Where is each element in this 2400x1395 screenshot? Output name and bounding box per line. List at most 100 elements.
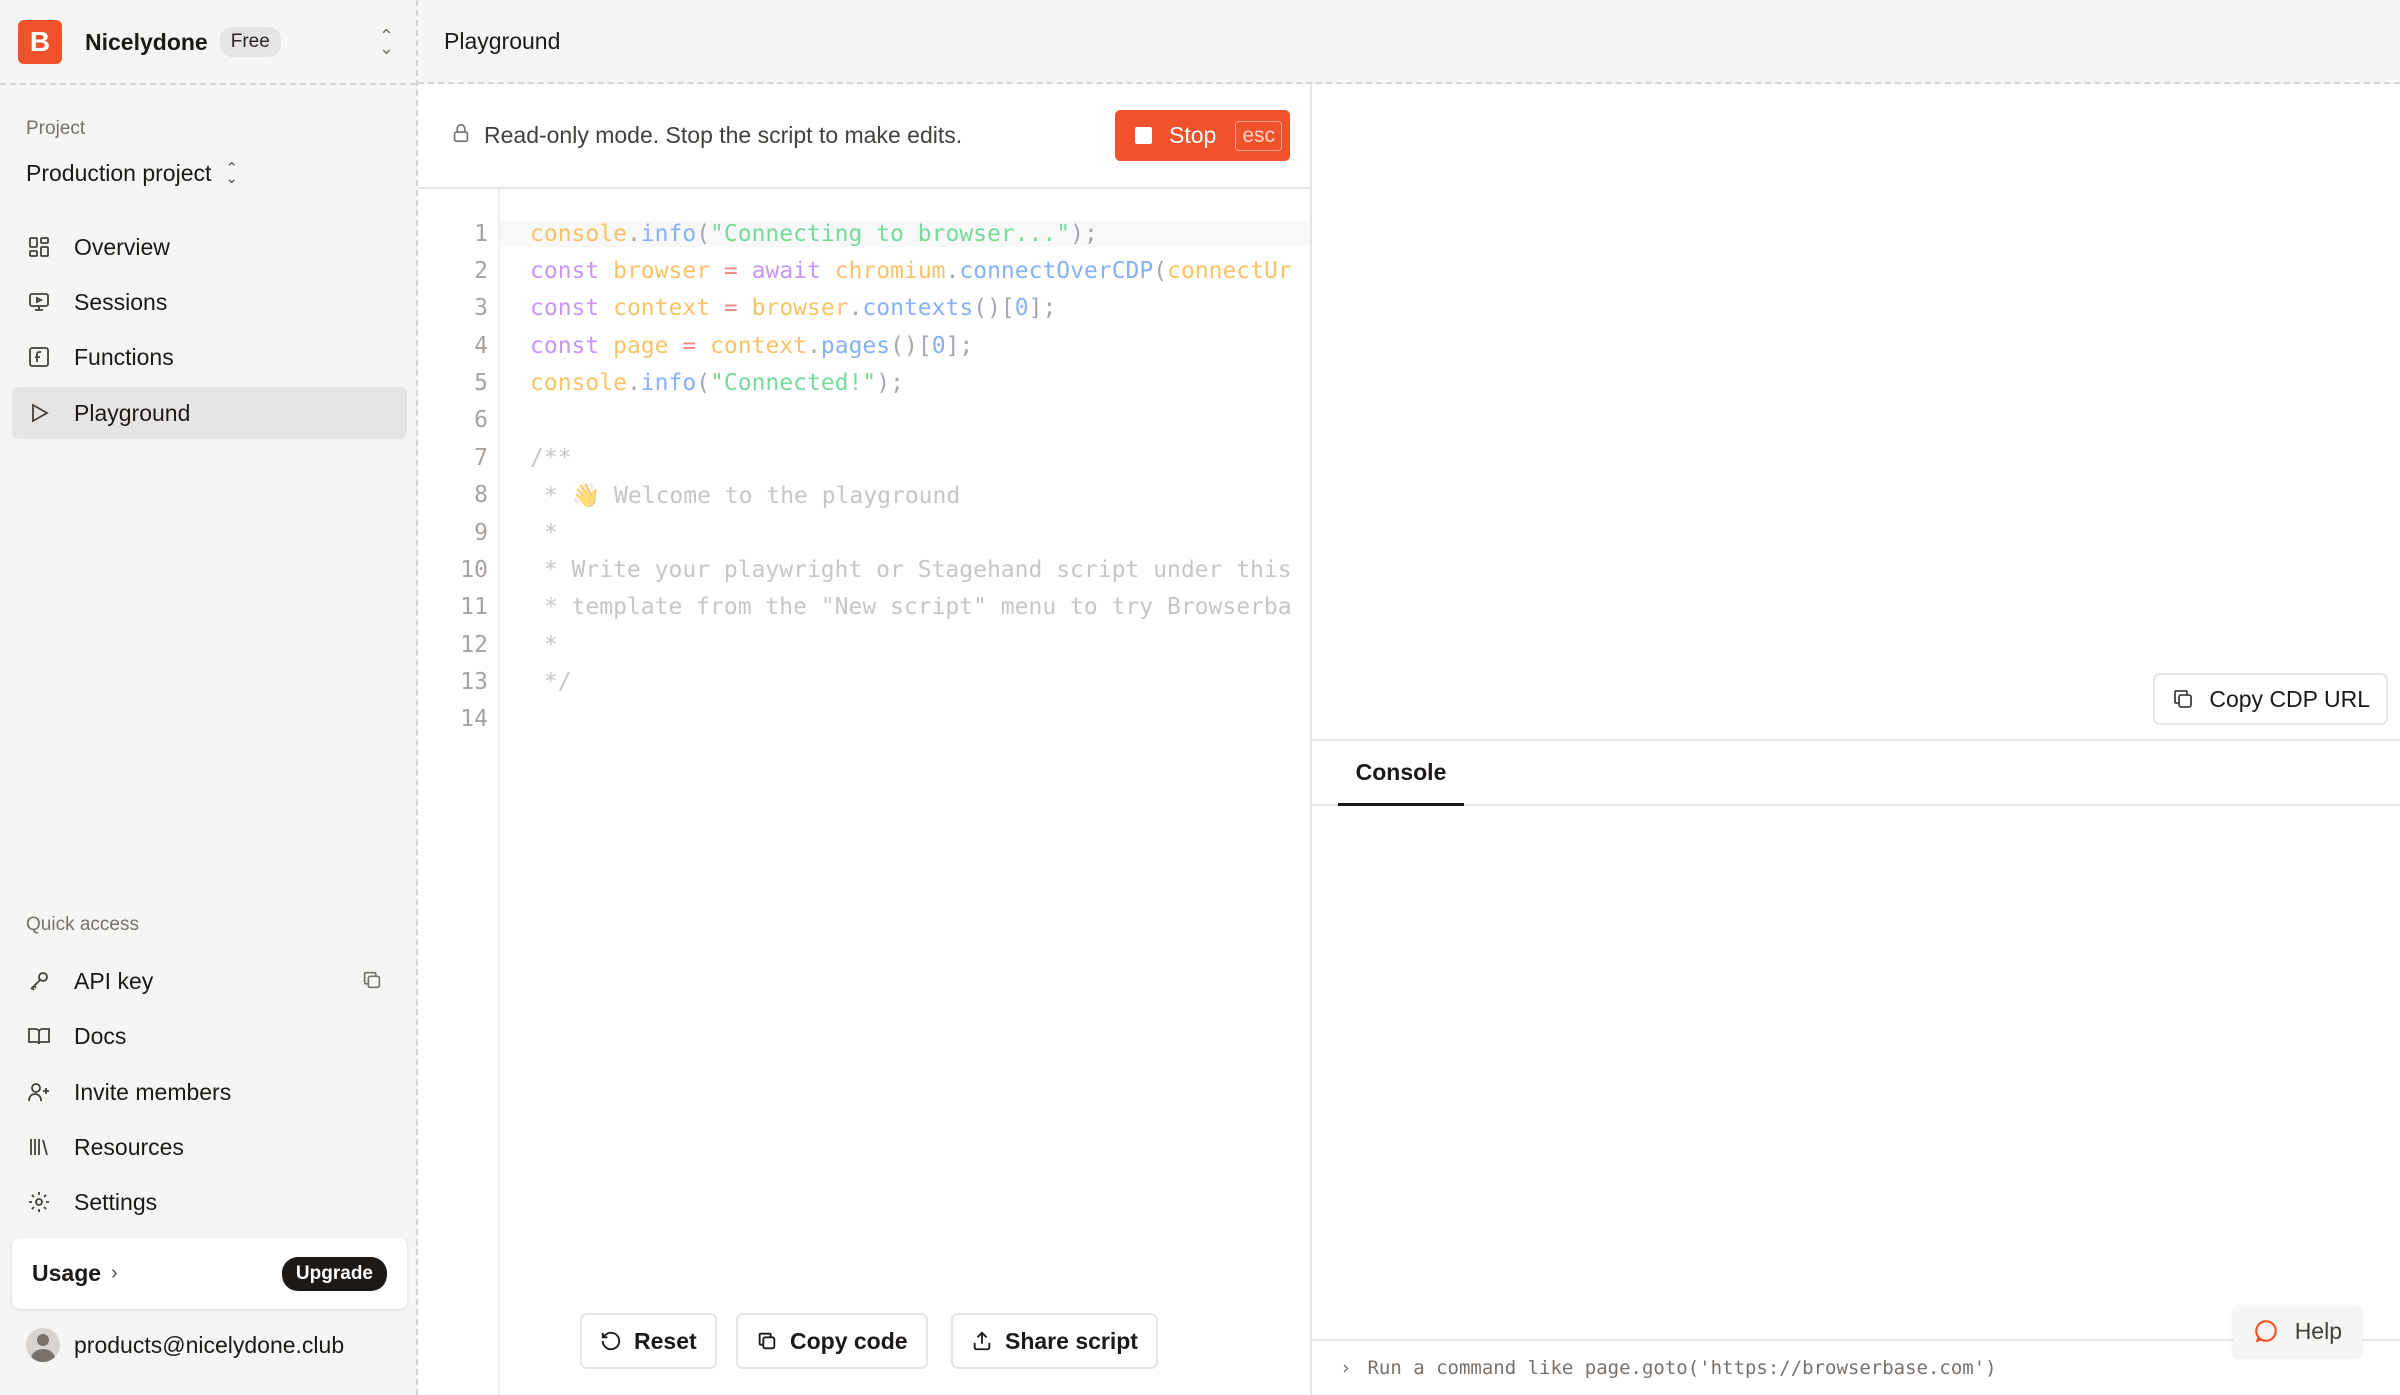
copy-cdp-url-label: Copy CDP URL <box>2209 685 2370 712</box>
line-number: 4 <box>474 333 488 359</box>
user-email: products@nicelydone.club <box>74 1331 345 1358</box>
share-icon <box>973 1331 991 1351</box>
line-number-gutter: 1 2 3 4 5 6 7 8 9 10 11 12 13 14 <box>418 189 500 1395</box>
esc-shortcut: esc <box>1235 120 1282 151</box>
line-number: 3 <box>474 295 488 321</box>
play-icon <box>26 400 52 426</box>
sidebar-item-label: Resources <box>74 1133 184 1160</box>
code-editor-panel: Read-only mode. Stop the script to make … <box>418 84 1312 1395</box>
gear-icon <box>26 1189 52 1215</box>
copy-code-button[interactable]: Copy code <box>736 1313 928 1369</box>
sidebar-item-label: Invite members <box>74 1078 232 1105</box>
lock-icon <box>450 122 472 149</box>
page-title: Playground <box>444 27 561 54</box>
help-button[interactable]: Help <box>2232 1305 2362 1357</box>
sidebar-item-label: Overview <box>74 233 170 260</box>
reset-icon <box>601 1331 621 1351</box>
chevron-up-down-icon: ⌃ ⌄ <box>225 159 238 187</box>
grid-icon <box>26 234 52 260</box>
line-number: 12 <box>460 632 488 658</box>
code-line: * template from the "New script" menu to… <box>530 594 1292 620</box>
sidebar-item-label: API key <box>74 967 154 994</box>
reset-button[interactable]: Reset <box>580 1313 717 1369</box>
code-line: * <box>530 520 558 546</box>
top-header: Playground <box>418 0 2400 84</box>
user-menu[interactable]: products@nicelydone.club <box>26 1328 344 1362</box>
sidebar-item-label: Docs <box>74 1022 127 1049</box>
line-number: 1 <box>474 221 488 247</box>
line-number: 9 <box>474 520 488 546</box>
line-number: 13 <box>460 669 488 695</box>
console-tab-bar: Console <box>1312 739 2400 806</box>
copy-code-label: Copy code <box>790 1327 908 1354</box>
code-line: * 👋 Welcome to the playground <box>530 483 961 509</box>
stop-button[interactable]: Stop esc <box>1115 110 1290 161</box>
code-line: console.info("Connected!"); <box>530 370 904 396</box>
code-line: const page = context.pages()[0]; <box>530 333 974 359</box>
stop-icon <box>1135 127 1152 144</box>
tab-console[interactable]: Console <box>1338 741 1464 806</box>
chevron-right-icon: › <box>1340 1357 1352 1379</box>
sidebar: B Nicelydone Free ⌃ ⌄ Project Production … <box>0 0 418 1395</box>
sidebar-item-label: Settings <box>74 1188 158 1215</box>
project-selector[interactable]: Production project ⌃ ⌄ <box>26 160 238 187</box>
help-label: Help <box>2294 1317 2342 1344</box>
sidebar-item-label: Sessions <box>74 288 168 315</box>
code-line: * <box>530 632 558 658</box>
library-icon <box>26 1134 52 1160</box>
line-number: 14 <box>460 706 488 732</box>
sidebar-item-api-key[interactable]: API key <box>12 955 407 1007</box>
sidebar-item-settings[interactable]: Settings <box>12 1176 407 1228</box>
quick-access-section-label: Quick access <box>26 914 139 935</box>
sidebar-item-overview[interactable]: Overview <box>12 221 407 273</box>
reset-label: Reset <box>634 1327 697 1354</box>
code-area[interactable]: console.info("Connecting to browser...")… <box>500 189 1310 1395</box>
code-line: */ <box>530 669 572 695</box>
usage-card: Usage › Upgrade <box>12 1238 407 1309</box>
console-placeholder: Run a command like page.goto('https://br… <box>1367 1357 1997 1379</box>
sidebar-divider <box>0 83 416 85</box>
function-icon <box>26 344 52 370</box>
upgrade-button[interactable]: Upgrade <box>281 1256 387 1291</box>
code-line: /** <box>530 445 572 471</box>
share-script-button[interactable]: Share script <box>951 1313 1158 1369</box>
brand-logo: B <box>18 20 62 64</box>
org-switcher[interactable]: B Nicelydone Free ⌃ ⌄ <box>18 19 398 65</box>
monitor-icon <box>26 289 52 315</box>
usage-link[interactable]: Usage <box>32 1260 101 1287</box>
code-line: const browser = await chromium.connectOv… <box>530 258 1292 284</box>
project-name: Production project <box>26 160 212 186</box>
sidebar-item-playground[interactable]: Playground <box>12 387 407 439</box>
chevron-up-down-icon[interactable]: ⌃ ⌄ <box>379 27 394 57</box>
sidebar-item-resources[interactable]: Resources <box>12 1121 407 1173</box>
sidebar-item-sessions[interactable]: Sessions <box>12 276 407 328</box>
sidebar-item-functions[interactable]: Functions <box>12 331 407 383</box>
chevron-right-icon: › <box>111 1262 118 1284</box>
book-icon <box>26 1023 52 1049</box>
code-line: * Write your playwright or Stagehand scr… <box>530 557 1292 583</box>
line-number: 11 <box>460 594 488 620</box>
project-section-label: Project <box>26 118 86 139</box>
code-line: console.info("Connecting to browser...")… <box>500 221 1310 247</box>
copy-icon <box>2174 690 2193 708</box>
app-window: B Nicelydone Free ⌃ ⌄ Project Production … <box>0 0 2400 1395</box>
copy-cdp-url-button[interactable]: Copy CDP URL <box>2153 673 2388 725</box>
line-number: 7 <box>474 445 488 471</box>
avatar <box>26 1328 60 1362</box>
stop-label: Stop <box>1169 122 1217 148</box>
copy-icon[interactable] <box>361 969 385 993</box>
user-plus-icon <box>26 1079 52 1105</box>
preview-panel: Copy CDP URL Console › Run a command lik… <box>1312 84 2400 1395</box>
copy-icon <box>758 1332 776 1350</box>
sidebar-item-docs[interactable]: Docs <box>12 1010 407 1062</box>
readonly-bar: Read-only mode. Stop the script to make … <box>418 84 1310 189</box>
org-name: Nicelydone <box>85 28 208 55</box>
line-number: 2 <box>474 258 488 284</box>
sidebar-item-label: Functions <box>74 343 174 370</box>
sidebar-item-invite-members[interactable]: Invite members <box>12 1066 407 1118</box>
line-number: 8 <box>474 482 488 508</box>
chat-bubble-icon <box>2254 1320 2277 1343</box>
readonly-message: Read-only mode. Stop the script to make … <box>484 122 963 148</box>
code-line: const context = browser.contexts()[0]; <box>530 295 1057 321</box>
